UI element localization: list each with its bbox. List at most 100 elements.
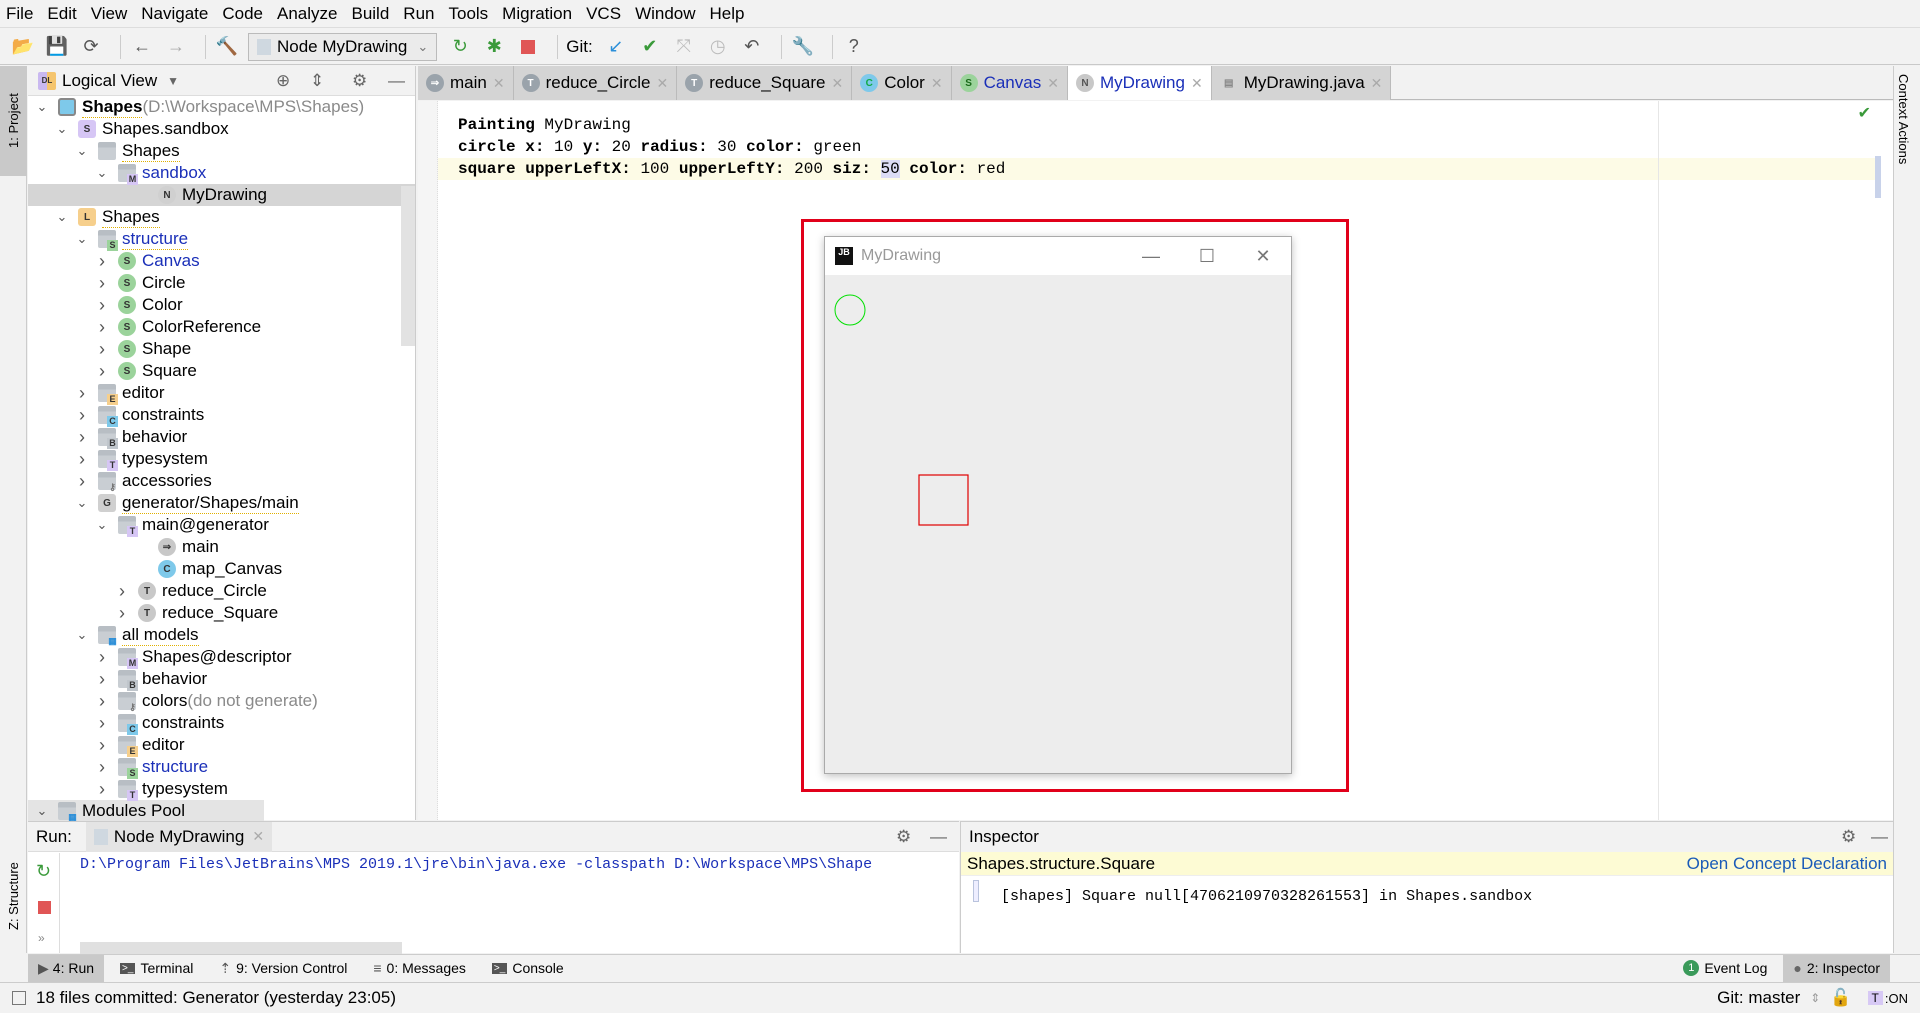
back-icon[interactable]: ←: [129, 34, 155, 60]
chevron-right-icon[interactable]: ›: [114, 581, 130, 602]
close-tab-icon[interactable]: ✕: [1047, 75, 1059, 92]
rerun-icon[interactable]: ↻: [447, 34, 473, 60]
tab-mydrawing[interactable]: N MyDrawing ✕: [1067, 66, 1212, 100]
chevron-down-icon[interactable]: ⌄: [54, 209, 70, 225]
git-commit-check-icon[interactable]: ✔: [637, 34, 663, 60]
editor-scrollbar[interactable]: [1875, 156, 1881, 198]
tree-item[interactable]: › S Color: [28, 294, 415, 316]
close-tab-icon[interactable]: ✕: [931, 75, 943, 92]
tree-item[interactable]: ⌄ Msandbox: [28, 162, 415, 185]
menu-help[interactable]: Help: [710, 4, 745, 24]
inspector-settings-gear-icon[interactable]: ⚙: [1841, 827, 1856, 847]
tree-item[interactable]: ⌄ Ggenerator/Shapes/main: [28, 492, 415, 514]
tab-main[interactable]: ⇒ main ✕: [418, 66, 514, 100]
tree-scrollbar[interactable]: [401, 186, 415, 346]
close-tab-icon[interactable]: ✕: [831, 75, 843, 92]
tree-item[interactable]: › S Shape: [28, 338, 415, 360]
chevron-down-icon[interactable]: ⌄: [74, 627, 90, 643]
tool-tab-inspector[interactable]: ● 2: Inspector: [1783, 954, 1890, 982]
chevron-right-icon[interactable]: ›: [94, 757, 110, 778]
tree-item[interactable]: › Treduce_Circle: [28, 580, 415, 602]
tree-item[interactable]: N MyDrawing: [28, 184, 415, 206]
chevron-down-icon[interactable]: ⌄: [94, 517, 110, 533]
chevron-right-icon[interactable]: ›: [74, 383, 90, 404]
tree-item[interactable]: › Eeditor: [28, 382, 415, 405]
run-configuration-select[interactable]: Node MyDrawing ⌄: [248, 32, 438, 61]
tree-item[interactable]: › Eeditor: [28, 734, 415, 757]
chevron-down-icon[interactable]: ⌄: [94, 165, 110, 181]
save-icon[interactable]: 💾: [44, 34, 70, 60]
git-branch-widget[interactable]: Git: master: [1717, 988, 1800, 1008]
menu-code[interactable]: Code: [222, 4, 263, 24]
inspector-content[interactable]: [shapes] Square null[4706210970328261553…: [1001, 888, 1532, 905]
more-actions-icon[interactable]: »: [38, 931, 45, 945]
debug-bug-icon[interactable]: ✱: [481, 34, 507, 60]
build-hammer-icon[interactable]: 🔨: [214, 34, 240, 60]
tree-item[interactable]: › S Circle: [28, 272, 415, 294]
chevron-right-icon[interactable]: ›: [94, 691, 110, 712]
tab-reduce-square[interactable]: Treduce_Square ✕: [677, 66, 853, 100]
tree-item[interactable]: ⌄ Shapes: [28, 140, 415, 162]
tree-item[interactable]: ⌄ ▦ all models: [28, 624, 415, 646]
close-tab-icon[interactable]: ✕: [656, 75, 668, 92]
chevron-down-icon[interactable]: ⌄: [34, 803, 50, 819]
menu-navigate[interactable]: Navigate: [141, 4, 208, 24]
collapse-all-icon[interactable]: ⇕: [310, 71, 324, 91]
close-run-tab-icon[interactable]: ✕: [252, 828, 264, 845]
tree-item[interactable]: ⇒ main: [28, 536, 415, 558]
locate-target-icon[interactable]: ⊕: [276, 71, 290, 91]
tree-item[interactable]: › Ttypesystem: [28, 778, 415, 801]
menu-view[interactable]: View: [91, 4, 128, 24]
tab-canvas[interactable]: S Canvas ✕: [951, 66, 1068, 100]
tree-item[interactable]: ⌄ Shapes (D:\Workspace\MPS\Shapes): [28, 96, 415, 118]
chevron-down-icon[interactable]: ⌄: [74, 495, 90, 511]
chevron-right-icon[interactable]: ›: [74, 471, 90, 492]
tree-item[interactable]: › S Square: [28, 360, 415, 382]
chevron-right-icon[interactable]: ›: [94, 273, 110, 294]
sync-icon[interactable]: ⟳: [78, 34, 104, 60]
tree-item[interactable]: › Sstructure: [28, 756, 415, 779]
stop-icon[interactable]: [38, 901, 51, 914]
code-line-circle[interactable]: circle x: 10 y: 20 radius: 30 color: gre…: [458, 138, 861, 156]
tab-reduce-circle[interactable]: Treduce_Circle ✕: [513, 66, 678, 100]
menu-migration[interactable]: Migration: [502, 4, 572, 24]
menu-vcs[interactable]: VCS: [586, 4, 621, 24]
open-folder-icon[interactable]: 📂: [10, 34, 36, 60]
tool-tab-event-log[interactable]: 1 Event Log: [1673, 955, 1777, 982]
tree-item[interactable]: › Cconstraints: [28, 404, 415, 427]
structure-tool-tab[interactable]: Z: Structure: [0, 841, 27, 951]
menu-analyze[interactable]: Analyze: [277, 4, 337, 24]
chevron-down-icon[interactable]: ⌄: [74, 143, 90, 159]
tree-item[interactable]: ⌄ S Shapes.sandbox: [28, 118, 415, 140]
chevron-right-icon[interactable]: ›: [74, 405, 90, 426]
view-dropdown-icon[interactable]: ▼: [167, 74, 179, 88]
view-selector[interactable]: Logical View: [62, 71, 157, 91]
project-settings-gear-icon[interactable]: ⚙: [352, 71, 367, 91]
run-horizontal-scrollbar[interactable]: [80, 942, 402, 954]
close-tab-icon[interactable]: ✕: [493, 75, 505, 92]
tree-item[interactable]: › ⚷ colors (do not generate): [28, 690, 415, 713]
rerun-icon[interactable]: ↻: [36, 861, 51, 882]
git-merge-icon[interactable]: ⤧: [671, 34, 697, 60]
minimize-button[interactable]: —: [1123, 237, 1179, 275]
tab-color[interactable]: C Color ✕: [852, 66, 952, 100]
context-actions-tab[interactable]: Context Actions: [1896, 74, 1911, 164]
close-tab-icon[interactable]: ✕: [1371, 75, 1383, 92]
code-line-painting[interactable]: Painting MyDrawing: [458, 116, 631, 134]
tree-item[interactable]: › Bbehavior: [28, 668, 415, 691]
tree-item[interactable]: › M Shapes@descriptor: [28, 646, 415, 669]
chevron-right-icon[interactable]: ›: [94, 713, 110, 734]
t-badge[interactable]: T: [1867, 991, 1883, 1005]
chevron-right-icon[interactable]: ›: [74, 449, 90, 470]
hide-run-panel-icon[interactable]: —: [930, 827, 947, 847]
lock-icon[interactable]: 🔓: [1830, 988, 1851, 1008]
tool-tab-console[interactable]: >_ Console: [482, 955, 574, 982]
tool-tab-version-control[interactable]: ⇡ 9: Version Control: [209, 955, 357, 982]
git-revert-icon[interactable]: ↶: [739, 34, 765, 60]
hide-panel-icon[interactable]: —: [388, 71, 405, 91]
tree-item[interactable]: › S ColorReference: [28, 316, 415, 338]
git-update-icon[interactable]: ↙: [603, 34, 629, 60]
tree-item[interactable]: ⌄ ▦ Modules Pool: [28, 800, 264, 822]
menu-edit[interactable]: Edit: [47, 4, 76, 24]
tool-tab-run[interactable]: ▶ 4: Run: [28, 954, 105, 982]
